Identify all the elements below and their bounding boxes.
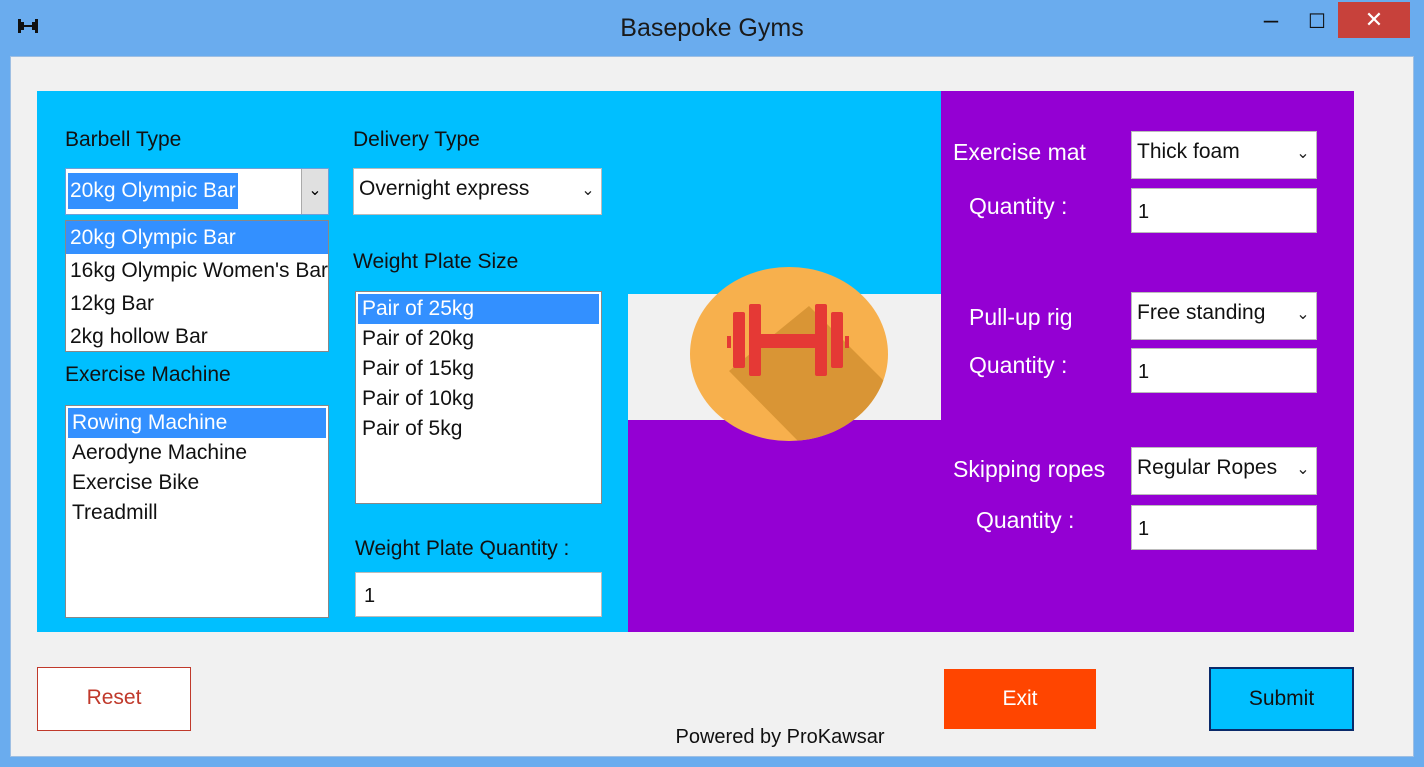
exercise-machine-list[interactable]: Rowing Machine Aerodyne Machine Exercise… (65, 405, 329, 618)
dumbbell-logo (689, 266, 889, 442)
exercise-mat-quantity-input[interactable]: 1 (1131, 188, 1317, 233)
delivery-type-value: Overnight express (359, 177, 530, 200)
skipping-ropes-combo[interactable]: Regular Ropes ⌄ (1131, 447, 1317, 495)
exercise-machine-label: Exercise Machine (65, 363, 231, 386)
dropdown-item[interactable]: 20kg Olympic Bar (66, 221, 328, 254)
skipping-ropes-quantity-input[interactable]: 1 (1131, 505, 1317, 550)
list-item[interactable]: Pair of 10kg (358, 384, 601, 414)
weight-plate-size-label: Weight Plate Size (353, 250, 519, 273)
barbell-type-dropdown[interactable]: 20kg Olympic Bar 16kg Olympic Women's Ba… (65, 220, 329, 352)
exit-button[interactable]: Exit (944, 669, 1096, 729)
list-item[interactable]: Pair of 5kg (358, 414, 601, 444)
delivery-type-combo[interactable]: Overnight express ⌄ (353, 168, 602, 215)
chevron-down-icon[interactable]: ⌄ (1290, 293, 1316, 339)
skipping-ropes-label: Skipping ropes (953, 456, 1106, 482)
close-button[interactable]: ✕ (1338, 2, 1410, 38)
dropdown-item[interactable]: 12kg Bar (66, 287, 328, 320)
pull-up-rig-label: Pull-up rig (969, 304, 1073, 330)
list-item[interactable]: Aerodyne Machine (68, 438, 328, 468)
pull-up-rig-quantity-label: Quantity : (969, 352, 1068, 378)
barbell-type-combo[interactable]: 20kg Olympic Bar ⌄ (65, 168, 329, 215)
list-item[interactable]: Exercise Bike (68, 468, 328, 498)
footer-credit: Powered by ProKawsar (675, 726, 885, 748)
reset-button[interactable]: Reset (37, 667, 191, 731)
list-item[interactable]: Pair of 15kg (358, 354, 601, 384)
dropdown-item[interactable]: 2kg hollow Bar (66, 320, 328, 351)
weight-plate-quantity-input[interactable]: 1 (355, 572, 602, 617)
pull-up-rig-quantity-input[interactable]: 1 (1131, 348, 1317, 393)
maximize-button[interactable]: ☐ (1294, 4, 1340, 40)
pull-up-rig-value: Free standing (1137, 301, 1266, 324)
logo-panel-top (628, 91, 941, 294)
exercise-mat-value: Thick foam (1137, 140, 1240, 163)
delivery-type-label: Delivery Type (353, 128, 480, 151)
chevron-down-icon[interactable]: ⌄ (301, 169, 328, 214)
weight-plate-quantity-label: Weight Plate Quantity : (355, 537, 570, 560)
submit-button[interactable]: Submit (1209, 667, 1354, 731)
list-item[interactable]: Pair of 20kg (358, 324, 601, 354)
list-item[interactable]: Rowing Machine (68, 408, 326, 438)
window-title: Basepoke Gyms (620, 14, 804, 42)
list-item[interactable]: Pair of 25kg (358, 294, 599, 324)
weight-plate-quantity-value[interactable]: 1 (364, 585, 375, 608)
list-item[interactable]: Treadmill (68, 498, 328, 528)
pull-up-rig-combo[interactable]: Free standing ⌄ (1131, 292, 1317, 340)
logo-panel-bottom (628, 420, 941, 632)
skipping-ropes-value: Regular Ropes (1137, 456, 1278, 479)
exercise-mat-quantity-label: Quantity : (969, 193, 1068, 219)
chevron-down-icon[interactable]: ⌄ (1290, 448, 1316, 494)
skipping-ropes-quantity-value[interactable]: 1 (1138, 518, 1149, 541)
pull-up-rig-quantity-value[interactable]: 1 (1138, 361, 1149, 384)
chevron-down-icon[interactable]: ⌄ (575, 169, 601, 214)
chevron-down-icon[interactable]: ⌄ (1290, 132, 1316, 178)
dropdown-item[interactable]: 16kg Olympic Women's Bar (66, 254, 328, 287)
exercise-mat-quantity-value[interactable]: 1 (1138, 201, 1149, 224)
skipping-ropes-quantity-label: Quantity : (976, 507, 1075, 533)
exercise-mat-label: Exercise mat (953, 139, 1086, 165)
exercise-mat-combo[interactable]: Thick foam ⌄ (1131, 131, 1317, 179)
barbell-type-label: Barbell Type (65, 128, 182, 151)
weight-plate-size-list[interactable]: Pair of 25kg Pair of 20kg Pair of 15kg P… (355, 291, 602, 504)
minimize-button[interactable]: – (1248, 4, 1294, 40)
barbell-type-value[interactable]: 20kg Olympic Bar (68, 173, 238, 209)
